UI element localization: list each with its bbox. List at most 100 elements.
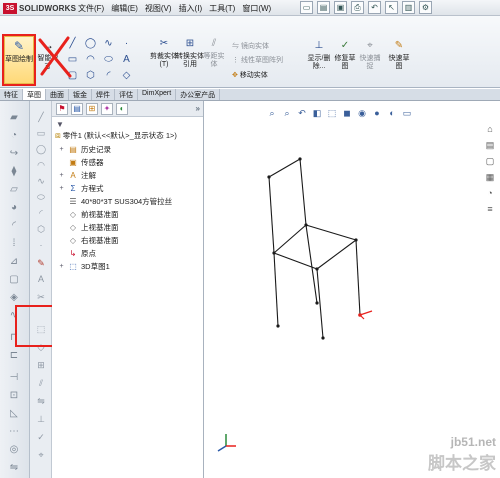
tree-item-3d-sketch[interactable]: + ⬚ 3D草图1 xyxy=(58,260,172,273)
rebuild-icon[interactable]: ▥ xyxy=(402,1,415,14)
tab-surfaces[interactable]: 曲面 xyxy=(46,89,69,100)
tab-sheet-metal[interactable]: 钣金 xyxy=(69,89,92,100)
palette-ellipse-icon[interactable]: ⬭ xyxy=(34,191,48,203)
revolve-icon[interactable]: ◔ xyxy=(7,129,21,141)
loft-icon[interactable]: ⧫ xyxy=(7,165,21,177)
menu-insert[interactable]: 插入(I) xyxy=(179,3,203,14)
extrude-icon[interactable]: ▰ xyxy=(7,111,21,123)
tab-evaluate[interactable]: 评估 xyxy=(115,89,138,100)
hole-wizard-icon[interactable]: ◎ xyxy=(7,443,21,455)
menu-window[interactable]: 窗口(W) xyxy=(242,3,271,14)
menu-tools[interactable]: 工具(T) xyxy=(209,3,235,14)
tab-features[interactable]: 特征 xyxy=(0,89,23,100)
palette-repair-icon[interactable]: ✓ xyxy=(34,431,48,443)
display-manager-tab-icon[interactable]: ◐ xyxy=(116,102,128,115)
weld-bead-icon[interactable]: ⋯ xyxy=(7,425,21,437)
reference-geometry-icon[interactable]: ◈ xyxy=(7,291,21,303)
linear-pattern-button[interactable]: ⋮ 线性草图阵列 xyxy=(232,54,283,67)
palette-spline-icon[interactable]: ∿ xyxy=(34,175,48,187)
text-tool-icon[interactable]: A xyxy=(118,52,135,67)
quick-snaps-button[interactable]: ⌖ 快速捕捉 xyxy=(358,38,382,71)
rapid-sketch-button[interactable]: ✎ 快速草图 xyxy=(386,38,412,71)
expand-plus-icon[interactable]: + xyxy=(58,146,65,153)
tree-item-material[interactable]: ☰ 40*80*3T SUS304方管拉丝 xyxy=(58,195,172,208)
select-cursor-icon[interactable]: ↖ xyxy=(385,1,398,14)
property-manager-tab-icon[interactable]: ▤ xyxy=(71,102,83,115)
chair-3d-sketch[interactable] xyxy=(204,101,500,478)
tree-item-equations[interactable]: + Σ 方程式 xyxy=(58,182,172,195)
cut-extrude-icon[interactable]: ▱ xyxy=(7,183,21,195)
display-delete-relations-button[interactable]: ⊥ 显示/删除... xyxy=(306,38,332,71)
offset-entities-button[interactable]: ⫽ 等距实体 xyxy=(202,36,226,69)
polygon-tool-icon[interactable]: ⬡ xyxy=(82,68,99,83)
expand-plus-icon[interactable]: + xyxy=(58,172,65,179)
fillet-tool-icon[interactable]: ◜ xyxy=(100,68,117,83)
menu-file[interactable]: 文件(F) xyxy=(78,3,104,14)
rib-icon[interactable]: ⊿ xyxy=(7,255,21,267)
tab-office-products[interactable]: 办公室产品 xyxy=(176,89,221,100)
expand-panel-icon[interactable]: » xyxy=(196,104,200,113)
tree-item-top-plane[interactable]: ◇ 上视基准面 xyxy=(58,221,172,234)
menu-view[interactable]: 视图(V) xyxy=(145,3,172,14)
print-icon[interactable]: ⎙ xyxy=(351,1,364,14)
tab-weldments[interactable]: 焊件 xyxy=(92,89,115,100)
tree-root-part[interactable]: ⧈ 零件1 (默认<<默认>_显示状态 1>) xyxy=(55,130,177,141)
tree-item-history[interactable]: + ▤ 历史记录 xyxy=(58,143,172,156)
tree-item-origin[interactable]: ↳ 原点 xyxy=(58,247,172,260)
point-tool-icon[interactable]: · xyxy=(118,36,135,51)
dimxpert-manager-tab-icon[interactable]: ✦ xyxy=(101,102,113,115)
tree-filter-icon[interactable]: ▼ xyxy=(56,120,64,129)
repair-sketch-button[interactable]: ✓ 修复草图 xyxy=(334,38,356,71)
configuration-manager-tab-icon[interactable]: ⊞ xyxy=(86,102,98,115)
trim-extend-icon[interactable]: ⊣ xyxy=(7,371,21,383)
pattern-icon[interactable]: ⁞ xyxy=(7,237,21,249)
palette-snap-icon[interactable]: ⌖ xyxy=(34,449,48,461)
palette-relations-icon[interactable]: ⊥ xyxy=(34,413,48,425)
sweep-icon[interactable]: ↪ xyxy=(7,147,21,159)
end-cap-icon[interactable]: ⊡ xyxy=(7,389,21,401)
graphics-area[interactable]: ⌕ ⌕ ↶ ◧ ⬚ ◼ ◉ ● ◐ ▭ ⌂ ▤ ▢ ▦ ◔ ≡ jb51.net… xyxy=(204,101,500,478)
open-folder-icon[interactable]: ▤ xyxy=(317,1,330,14)
tab-dimxpert[interactable]: DimXpert xyxy=(138,89,177,100)
move-entities-button[interactable]: ✥ 移动实体 xyxy=(232,69,268,82)
tree-item-sensors[interactable]: ▣ 传感器 xyxy=(58,156,172,169)
ellipse-tool-icon[interactable]: ⬭ xyxy=(100,52,117,67)
mirror-icon[interactable]: ⇋ xyxy=(7,461,21,473)
palette-offset-icon[interactable]: ⫽ xyxy=(34,377,48,389)
expand-plus-icon[interactable]: + xyxy=(58,185,65,192)
palette-circle-icon[interactable]: ◯ xyxy=(34,143,48,155)
palette-arc-icon[interactable]: ◠ xyxy=(34,159,48,171)
palette-smart-dimension-icon[interactable]: ✎ xyxy=(34,257,48,269)
plane-tool-icon[interactable]: ◇ xyxy=(118,68,135,83)
new-document-icon[interactable]: ▭ xyxy=(300,1,313,14)
palette-trim-icon[interactable]: ✂ xyxy=(34,291,48,303)
tree-item-front-plane[interactable]: ◇ 前视基准面 xyxy=(58,208,172,221)
palette-point-icon[interactable]: · xyxy=(34,239,48,251)
options-gear-icon[interactable]: ⚙ xyxy=(419,1,432,14)
expand-plus-icon[interactable]: + xyxy=(58,263,65,270)
cut-revolve-icon[interactable]: ◕ xyxy=(7,201,21,213)
undo-icon[interactable]: ↶ xyxy=(368,1,381,14)
spline-tool-icon[interactable]: ∿ xyxy=(100,36,117,51)
save-icon[interactable]: ▣ xyxy=(334,1,347,14)
circle-tool-icon[interactable]: ◯ xyxy=(82,36,99,51)
tree-item-annotations[interactable]: + A 注解 xyxy=(58,169,172,182)
mirror-entities-button[interactable]: ⇋ 镜向实体 xyxy=(232,40,269,53)
tab-sketch[interactable]: 草图 xyxy=(23,89,46,100)
palette-rectangle-icon[interactable]: ▭ xyxy=(34,127,48,139)
structural-member-icon[interactable]: ⊏ xyxy=(7,349,21,361)
palette-mirror-icon[interactable]: ⇋ xyxy=(34,395,48,407)
gusset-icon[interactable]: ◺ xyxy=(7,407,21,419)
menu-edit[interactable]: 编辑(E) xyxy=(111,3,138,14)
fillet-icon[interactable]: ◜ xyxy=(7,219,21,231)
convert-entities-button[interactable]: ⊞ 转换实体引用 xyxy=(176,36,204,69)
palette-line-icon[interactable]: ╱ xyxy=(34,111,48,123)
feature-manager-tab-icon[interactable]: ⚑ xyxy=(56,102,68,115)
palette-text-icon[interactable]: A xyxy=(34,273,48,285)
tree-item-right-plane[interactable]: ◇ 右视基准面 xyxy=(58,234,172,247)
arc-tool-icon[interactable]: ◠ xyxy=(82,52,99,67)
palette-polygon-icon[interactable]: ⬡ xyxy=(34,223,48,235)
palette-convert-icon[interactable]: ⊞ xyxy=(34,359,48,371)
shell-icon[interactable]: ▢ xyxy=(7,273,21,285)
palette-fillet-icon[interactable]: ◜ xyxy=(34,207,48,219)
